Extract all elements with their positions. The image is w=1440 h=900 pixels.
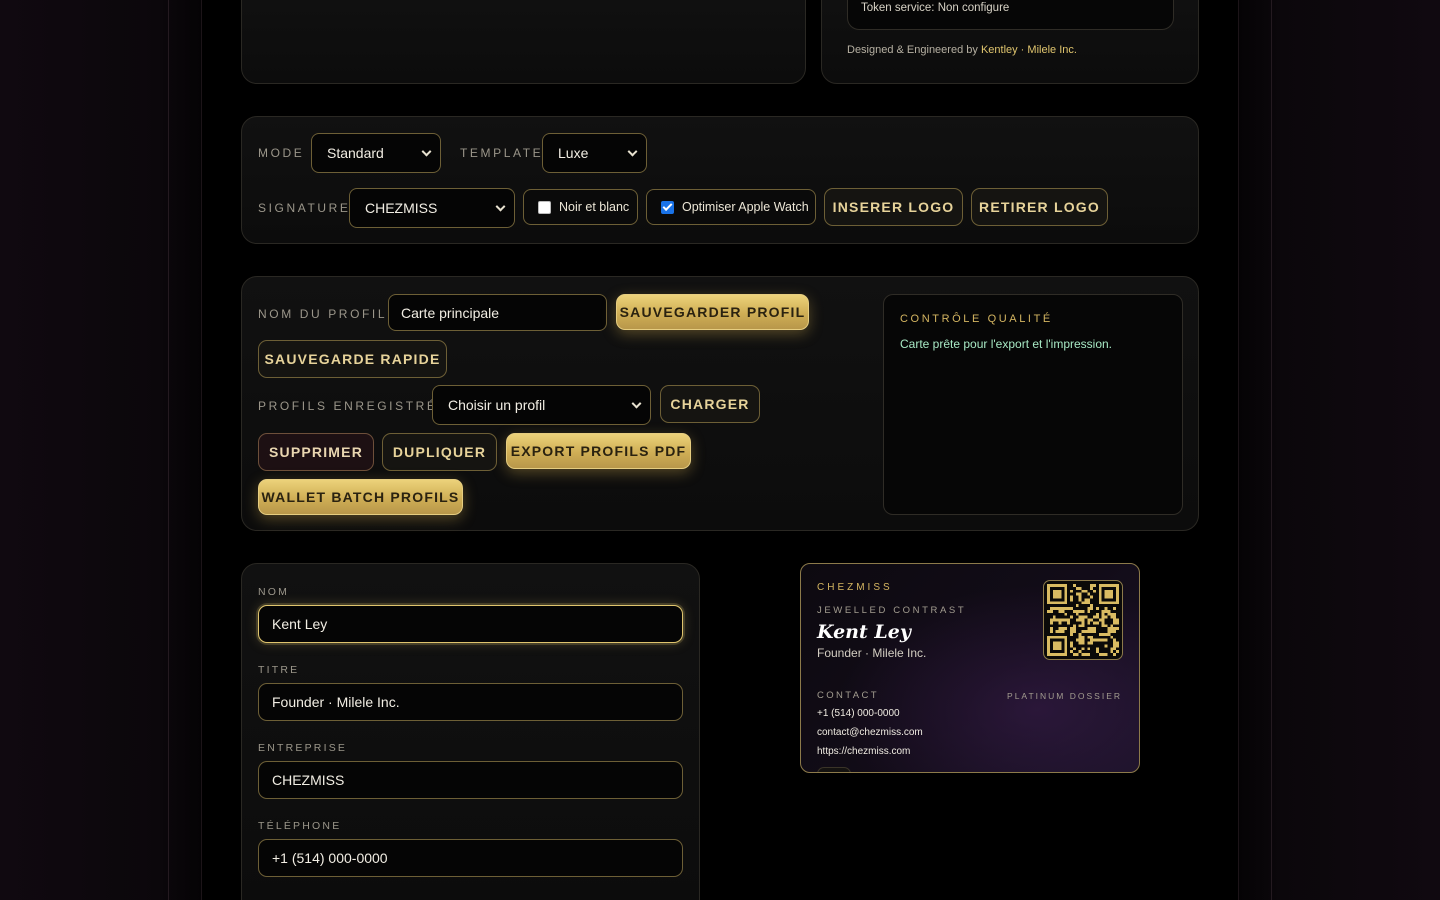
background-left-rail [0, 0, 202, 900]
card-brand: CHEZMISS [817, 582, 893, 593]
export-profiles-pdf-button[interactable]: EXPORT PROFILS PDF [506, 433, 691, 469]
wallet-batch-button[interactable]: WALLET BATCH PROFILS [258, 479, 463, 515]
card-template-name: JEWELLED CONTRAST [817, 605, 967, 616]
saved-profiles-select[interactable]: Choisir un profil [432, 385, 651, 425]
signature-label: SIGNATURE [258, 201, 351, 215]
card-title: Founder · Milele Inc. [817, 646, 927, 660]
insert-logo-button[interactable]: INSERER LOGO [824, 188, 963, 226]
nom-input[interactable]: Kent Ley [258, 605, 683, 643]
telephone-value: +1 (514) 000-0000 [272, 850, 388, 866]
token-status-text: Token service: Non configure [861, 2, 1010, 14]
duplicate-profile-button[interactable]: DUPLIQUER [382, 433, 497, 471]
chevron-down-icon [421, 146, 432, 157]
mode-label: MODE [258, 146, 305, 160]
credit-author-link[interactable]: Kentley · Milele Inc. [981, 44, 1077, 56]
titre-label: TITRE [258, 664, 300, 676]
entreprise-input[interactable]: CHEZMISS [258, 761, 683, 799]
contact-form-panel: NOM Kent Ley TITRE Founder · Milele Inc.… [241, 563, 700, 900]
titre-input[interactable]: Founder · Milele Inc. [258, 683, 683, 721]
chevron-down-icon [495, 201, 506, 212]
mode-select-value: Standard [327, 145, 384, 161]
template-label: TEMPLATE [460, 146, 544, 160]
checkbox-checked-icon [661, 200, 674, 214]
bw-checkbox-label: Noir et blanc [559, 200, 630, 214]
credit-line: Designed & Engineered by Kentley · Milel… [847, 44, 1077, 56]
business-card-preview: CHEZMISS JEWELLED CONTRAST Kent Ley Foun… [800, 563, 1140, 773]
top-right-panel: Token service: Non configure Designed & … [821, 0, 1199, 84]
credit-prefix: Designed & Engineered by [847, 44, 978, 56]
top-left-panel [241, 0, 806, 84]
entreprise-label: ENTREPRISE [258, 742, 348, 754]
card-email: contact@chezmiss.com [817, 727, 923, 738]
token-status-box: Token service: Non configure [847, 0, 1174, 30]
remove-logo-button[interactable]: RETIRER LOGO [971, 188, 1108, 226]
titre-value: Founder · Milele Inc. [272, 694, 400, 710]
save-profile-button[interactable]: SAUVEGARDER PROFIL [616, 294, 809, 330]
nom-value: Kent Ley [272, 616, 328, 632]
card-tier: PLATINUM DOSSIER [1007, 691, 1122, 701]
chevron-down-icon [627, 146, 638, 157]
profile-name-value: Carte principale [401, 304, 500, 321]
signature-select-value: CHEZMISS [365, 200, 438, 216]
apple-watch-checkbox[interactable]: Optimiser Apple Watch [646, 189, 816, 225]
mode-select[interactable]: Standard [311, 133, 441, 173]
nom-label: NOM [258, 586, 290, 598]
telephone-input[interactable]: +1 (514) 000-0000 [258, 839, 683, 877]
template-select[interactable]: Luxe [542, 133, 647, 173]
quality-control-title: CONTRÔLE QUALITÉ [900, 313, 1053, 325]
entreprise-value: CHEZMISS [272, 772, 345, 788]
apple-watch-checkbox-label: Optimiser Apple Watch [682, 200, 809, 214]
checkbox-unchecked-icon [538, 200, 551, 214]
quality-control-box: CONTRÔLE QUALITÉ Carte prête pour l'expo… [883, 294, 1183, 515]
bw-checkbox[interactable]: Noir et blanc [523, 189, 638, 225]
saved-profiles-label: PROFILS ENREGISTRÉS [258, 399, 449, 413]
quick-save-button[interactable]: SAUVEGARDE RAPIDE [258, 340, 447, 378]
profile-name-input[interactable]: Carte principale [388, 294, 607, 331]
card-logo-stub [817, 767, 851, 772]
signature-select[interactable]: CHEZMISS [349, 188, 515, 228]
background-right-rail [1238, 0, 1440, 900]
profiles-panel: NOM DU PROFIL Carte principale SAUVEGARD… [241, 276, 1199, 531]
load-profile-button[interactable]: CHARGER [660, 385, 760, 423]
card-contact-label: CONTACT [817, 690, 880, 701]
template-select-value: Luxe [558, 145, 589, 161]
chevron-down-icon [631, 398, 642, 409]
quality-control-message: Carte prête pour l'export et l'impressio… [900, 337, 1113, 351]
profile-name-label: NOM DU PROFIL [258, 307, 388, 321]
qr-code-icon [1043, 580, 1123, 660]
card-name: Kent Ley [817, 621, 911, 643]
telephone-label: TÉLÉPHONE [258, 820, 342, 832]
card-website: https://chezmiss.com [817, 746, 911, 757]
saved-profiles-select-value: Choisir un profil [448, 397, 546, 413]
settings-panel: MODE Standard TEMPLATE Luxe SIGNATURE CH… [241, 116, 1199, 244]
card-phone: +1 (514) 000-0000 [817, 708, 900, 719]
delete-profile-button[interactable]: SUPPRIMER [258, 433, 374, 471]
